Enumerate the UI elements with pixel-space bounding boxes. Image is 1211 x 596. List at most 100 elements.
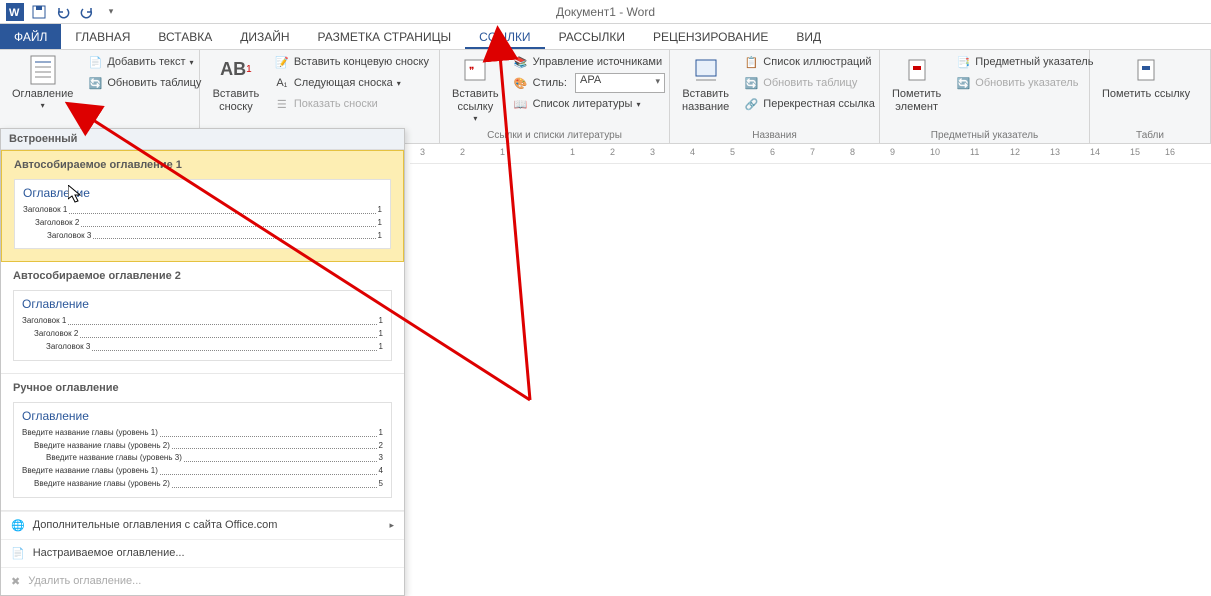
style-value: APA xyxy=(580,74,601,86)
undo-icon[interactable] xyxy=(52,1,74,23)
toc-gallery: Встроенный Автособираемое оглавление 1 О… xyxy=(0,128,405,596)
update-icon: 🔄 xyxy=(87,75,103,91)
tab-review[interactable]: РЕЦЕНЗИРОВАНИЕ xyxy=(639,24,782,49)
bibliography-button[interactable]: 📖Список литературы▾ xyxy=(509,94,666,114)
biblio-label: Список литературы xyxy=(533,98,633,110)
show-notes-label: Показать сноски xyxy=(294,98,378,110)
tab-view[interactable]: ВИД xyxy=(782,24,835,49)
insert-caption-button[interactable]: Вставить название xyxy=(676,52,735,116)
tab-references[interactable]: ССЫЛКИ xyxy=(465,24,544,49)
mark-entry-label: Пометить элемент xyxy=(892,88,941,114)
toc-auto1-item[interactable]: Автособираемое оглавление 1 Оглавление З… xyxy=(1,150,404,262)
manage-sources-button[interactable]: 📚 Управление источниками xyxy=(509,52,666,72)
window-title: Документ1 - Word xyxy=(556,5,655,19)
qat-customize-icon[interactable]: ▾ xyxy=(100,1,122,23)
toc-auto2-title: Автособираемое оглавление 2 xyxy=(13,270,392,282)
mouse-cursor-icon xyxy=(68,185,84,205)
toc-auto1-title: Автособираемое оглавление 1 xyxy=(14,159,391,171)
custom-toc-icon: 📄 xyxy=(11,547,25,560)
insert-index-button[interactable]: 📑 Предметный указатель xyxy=(951,52,1097,72)
table-of-figures-button[interactable]: 📋 Список иллюстраций xyxy=(739,52,879,72)
tab-design[interactable]: ДИЗАЙН xyxy=(226,24,303,49)
tof-icon: 📋 xyxy=(743,54,759,70)
toc-auto2-preview: Оглавление Заголовок 11 Заголовок 21 Заг… xyxy=(13,290,392,360)
add-text-label: Добавить текст xyxy=(107,56,185,68)
style-label: 🎨Стиль: xyxy=(509,73,571,93)
toc-button[interactable]: Оглавление ▾ xyxy=(6,52,79,113)
add-text-icon: 📄 xyxy=(87,54,103,70)
mark-entry-button[interactable]: Пометить элемент xyxy=(886,52,947,116)
footnote-icon: AB1 xyxy=(220,54,252,86)
more-label: Дополнительные оглавления с сайта Office… xyxy=(33,519,278,531)
biblio-icon: 📖 xyxy=(513,96,529,112)
chevron-right-icon: ▸ xyxy=(389,520,394,531)
word-app-icon[interactable]: W xyxy=(4,1,26,23)
toc-icon xyxy=(27,54,59,86)
redo-icon[interactable] xyxy=(76,1,98,23)
tof-label: Список иллюстраций xyxy=(763,56,871,68)
save-icon[interactable] xyxy=(28,1,50,23)
update-index-button[interactable]: 🔄 Обновить указатель xyxy=(951,73,1097,93)
toa-group-label: Табли xyxy=(1090,130,1210,141)
endnote-label: Вставить концевую сноску xyxy=(294,56,429,68)
toc-manual-title: Ручное оглавление xyxy=(13,382,392,394)
horizontal-ruler[interactable]: 3 2 1 1 2 3 4 5 6 7 8 9 10 11 12 13 14 1… xyxy=(410,144,1211,164)
show-notes-button[interactable]: ☰ Показать сноски xyxy=(270,94,433,114)
citation-icon: ❞ xyxy=(459,54,491,86)
insert-endnote-button[interactable]: 📝 Вставить концевую сноску xyxy=(270,52,433,72)
tab-insert[interactable]: ВСТАВКА xyxy=(144,24,226,49)
captions-group-label: Названия xyxy=(670,130,879,141)
document-area[interactable] xyxy=(410,164,1211,596)
tab-home[interactable]: ГЛАВНАЯ xyxy=(61,24,144,49)
citation-label: Вставить ссылку xyxy=(452,88,499,114)
tab-file[interactable]: ФАЙЛ xyxy=(0,24,61,49)
remove-label: Удалить оглавление... xyxy=(28,575,141,587)
globe-icon: 🌐 xyxy=(11,519,25,532)
style-icon: 🎨 xyxy=(513,75,529,91)
remove-toc-button: ✖ Удалить оглавление... xyxy=(1,567,404,595)
custom-label: Настраиваемое оглавление... xyxy=(33,547,185,559)
caption-icon xyxy=(690,54,722,86)
toc-label: Оглавление xyxy=(12,88,73,101)
caption-label: Вставить название xyxy=(682,88,729,114)
custom-toc-button[interactable]: 📄 Настраиваемое оглавление... xyxy=(1,539,404,567)
next-footnote-button[interactable]: A₁Следующая сноска▾ xyxy=(270,73,433,93)
insert-footnote-button[interactable]: AB1 Вставить сноску xyxy=(206,52,266,116)
svg-text:❞: ❞ xyxy=(469,66,474,77)
update-table-button[interactable]: 🔄 Обновить таблицу xyxy=(83,73,205,93)
update-tof-label: Обновить таблицу xyxy=(763,77,857,89)
gallery-section-builtin: Встроенный xyxy=(1,129,404,150)
toc-manual-preview: Оглавление Введите название главы (урове… xyxy=(13,402,392,498)
update-tof-icon: 🔄 xyxy=(743,75,759,91)
sources-icon: 📚 xyxy=(513,54,529,70)
index-group-label: Предметный указатель xyxy=(880,130,1089,141)
update-index-icon: 🔄 xyxy=(955,75,971,91)
more-toc-online-button[interactable]: 🌐 Дополнительные оглавления с сайта Offic… xyxy=(1,511,404,539)
endnote-icon: 📝 xyxy=(274,54,290,70)
citation-style-select[interactable]: APA xyxy=(575,73,665,93)
update-index-label: Обновить указатель xyxy=(975,77,1078,89)
toc-manual-item[interactable]: Ручное оглавление Оглавление Введите наз… xyxy=(1,374,404,511)
svg-text:W: W xyxy=(9,7,20,19)
mark-citation-button[interactable]: Пометить ссылку xyxy=(1096,52,1196,103)
update-tof-button[interactable]: 🔄 Обновить таблицу xyxy=(739,73,879,93)
index-icon: 📑 xyxy=(955,54,971,70)
citations-group-label: Ссылки и списки литературы xyxy=(440,130,669,141)
toc-auto2-item[interactable]: Автособираемое оглавление 2 Оглавление З… xyxy=(1,262,404,373)
mark-entry-icon xyxy=(901,54,933,86)
insert-citation-button[interactable]: ❞ Вставить ссылку▾ xyxy=(446,52,505,126)
ribbon-tabs: ФАЙЛ ГЛАВНАЯ ВСТАВКА ДИЗАЙН РАЗМЕТКА СТР… xyxy=(0,24,1211,50)
update-table-label: Обновить таблицу xyxy=(107,77,201,89)
tab-mailings[interactable]: РАССЫЛКИ xyxy=(545,24,639,49)
sources-label: Управление источниками xyxy=(533,56,662,68)
mark-citation-label: Пометить ссылку xyxy=(1102,88,1190,101)
add-text-button[interactable]: 📄Добавить текст▾ xyxy=(83,52,205,72)
cross-reference-button[interactable]: 🔗Перекрестная ссылка xyxy=(739,94,879,114)
remove-icon: ✖ xyxy=(11,575,20,588)
tab-layout[interactable]: РАЗМЕТКА СТРАНИЦЫ xyxy=(304,24,466,49)
chevron-down-icon: ▾ xyxy=(41,101,45,111)
index-label: Предметный указатель xyxy=(975,56,1093,68)
show-notes-icon: ☰ xyxy=(274,96,290,112)
insert-footnote-label: Вставить сноску xyxy=(212,88,260,114)
crossref-icon: 🔗 xyxy=(743,96,759,112)
